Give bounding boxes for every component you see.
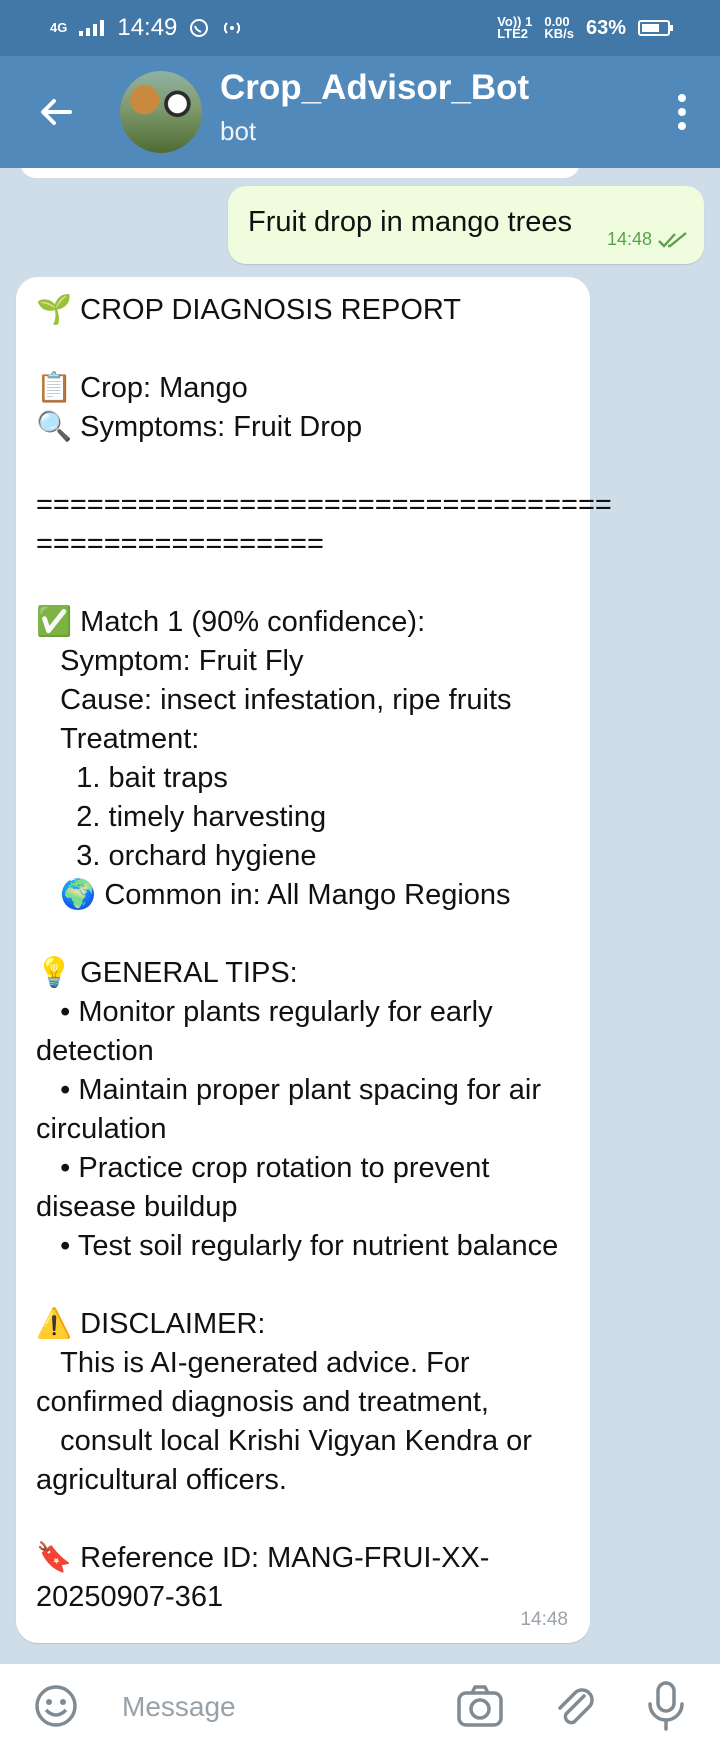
chat-header: Crop_Advisor_Bot bot	[0, 56, 720, 168]
outgoing-message[interactable]: Fruit drop in mango trees 14:48	[228, 186, 704, 264]
whatsapp-icon	[190, 19, 209, 37]
hotspot-icon	[224, 22, 241, 34]
chat-title[interactable]: Crop_Advisor_Bot	[220, 68, 529, 108]
outgoing-message-time: 14:48	[606, 229, 652, 249]
paperclip-icon[interactable]	[554, 1682, 598, 1730]
network-indicator: 4G	[50, 20, 68, 35]
chat-area[interactable]: Fruit drop in mango trees 14:48 🌱 CROP D…	[0, 168, 720, 1664]
previous-message-bubble	[20, 168, 580, 178]
network-speed: 0.00 KB/s	[544, 14, 574, 41]
volte-indicator: Vo)) 1 LTE2	[497, 14, 533, 41]
status-bar: 4G 14:49 Vo)) 1 LTE2 0.00 KB/s 63%	[0, 0, 720, 56]
outgoing-message-text: Fruit drop in mango trees	[248, 206, 572, 238]
signal-icon	[79, 20, 105, 36]
bot-avatar[interactable]	[120, 71, 202, 153]
back-arrow-icon[interactable]	[36, 92, 76, 132]
battery-percent: 63%	[585, 16, 626, 39]
incoming-message[interactable]: 🌱 CROP DIAGNOSIS REPORT 📋 Crop: Mango 🔍 …	[16, 277, 612, 1643]
message-composer	[0, 1664, 720, 1748]
incoming-message-time: 14:48	[520, 1609, 568, 1630]
more-vert-icon[interactable]	[676, 94, 688, 134]
battery-icon	[638, 20, 673, 36]
chat-subtitle: bot	[220, 116, 257, 146]
status-time: 14:49	[117, 14, 178, 41]
message-input[interactable]	[120, 1682, 424, 1732]
emoji-icon[interactable]	[34, 1684, 78, 1728]
status-left: 4G 14:49	[50, 14, 243, 42]
microphone-icon[interactable]	[644, 1680, 688, 1732]
camera-icon[interactable]	[456, 1684, 504, 1728]
outgoing-message-meta: 14:48	[607, 229, 688, 250]
double-check-icon	[658, 231, 687, 248]
status-right: Vo)) 1 LTE2 0.00 KB/s 63%	[497, 14, 673, 41]
incoming-message-text: 🌱 CROP DIAGNOSIS REPORT 📋 Crop: Mango 🔍 …	[36, 294, 612, 1613]
